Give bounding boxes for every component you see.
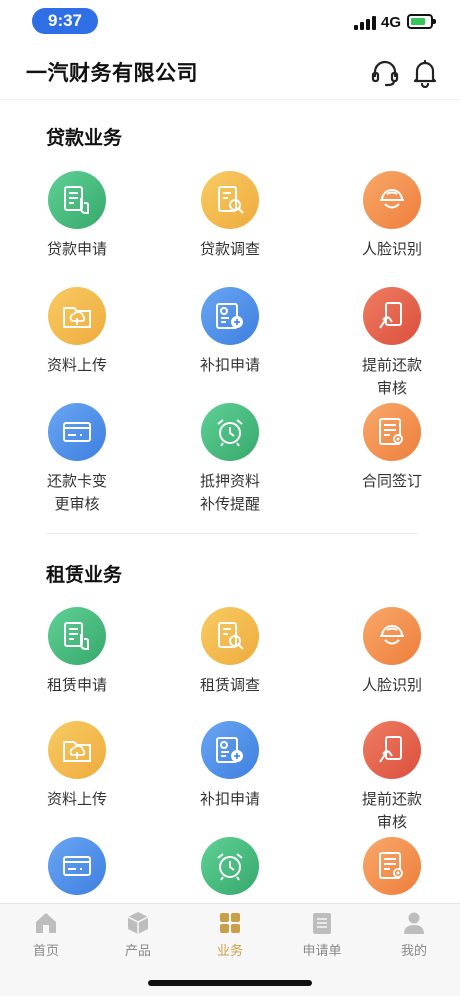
box-icon — [125, 910, 151, 936]
tab-label: 业务 — [216, 943, 243, 958]
grid-item[interactable]: 提前还款 审核 — [332, 287, 452, 400]
id-card-icon — [201, 721, 259, 779]
grid-item-label: 租赁调查 — [199, 677, 260, 694]
bank-card-icon — [48, 403, 106, 461]
contract-icon — [363, 837, 421, 895]
page-title: 一汽财务有限公司 — [26, 62, 198, 85]
app-header: 一汽财务有限公司 — [0, 44, 460, 100]
grid-item[interactable]: 贷款申请 — [17, 171, 137, 261]
grid-item[interactable]: 补扣申请 — [170, 287, 290, 377]
section-title-loan: 贷款业务 — [46, 128, 123, 149]
grid-item[interactable] — [332, 837, 452, 903]
grid-item-label: 还款卡变 更审核 — [46, 473, 107, 513]
hand-doc-icon — [48, 171, 106, 229]
list-icon — [309, 910, 335, 936]
section-title-lease: 租赁业务 — [46, 565, 123, 586]
hand-doc-icon — [48, 607, 106, 665]
face-icon — [363, 607, 421, 665]
grid-item-label: 抵押资料 补传提醒 — [199, 473, 260, 513]
grid-item[interactable]: 人脸识别 — [332, 171, 452, 261]
tab-item[interactable]: 我的 — [368, 910, 460, 959]
grid-item[interactable]: 资料上传 — [17, 721, 137, 811]
tab-label: 我的 — [400, 943, 427, 958]
tab-item[interactable]: 首页 — [0, 910, 92, 959]
grid-item[interactable]: 贷款调查 — [170, 171, 290, 261]
grid-item-label: 贷款调查 — [199, 241, 260, 258]
signal-icon — [354, 16, 376, 30]
grid-item[interactable]: 补扣申请 — [170, 721, 290, 811]
home-indicator — [148, 980, 312, 986]
battery-icon — [407, 14, 436, 29]
home-icon — [33, 910, 59, 936]
grid-icon — [217, 910, 243, 936]
grid-item[interactable]: 还款卡变 更审核 — [17, 403, 137, 516]
grid-item-label: 补扣申请 — [199, 357, 260, 374]
card-hand-icon — [363, 287, 421, 345]
grid-item[interactable]: 抵押资料 补传提醒 — [170, 403, 290, 516]
grid-item-label: 租赁申请 — [46, 677, 107, 694]
tab-label: 产品 — [124, 943, 151, 958]
grid-item[interactable]: 人脸识别 — [332, 607, 452, 697]
contract-icon — [363, 403, 421, 461]
grid-item-label: 合同签订 — [361, 473, 422, 490]
tab-item[interactable]: 业务 — [184, 910, 276, 959]
grid-item[interactable]: 提前还款 审核 — [332, 721, 452, 834]
tab-label: 首页 — [32, 943, 59, 958]
status-bar: 9:37 4G — [0, 0, 460, 44]
grid-item[interactable]: 租赁申请 — [17, 607, 137, 697]
grid-item-label: 提前还款 审核 — [361, 357, 422, 397]
section-divider — [46, 533, 418, 534]
grid-item-label: 人脸识别 — [361, 241, 422, 258]
network-type: 4G — [381, 14, 402, 31]
grid-item[interactable] — [170, 837, 290, 903]
folder-upload-icon — [48, 287, 106, 345]
grid-item-label: 人脸识别 — [361, 677, 422, 694]
tab-item[interactable]: 产品 — [92, 910, 184, 959]
id-card-icon — [201, 287, 259, 345]
alarm-clock-icon — [201, 837, 259, 895]
tab-label: 申请单 — [302, 943, 342, 958]
grid-item-label: 资料上传 — [46, 791, 107, 808]
grid-item-label: 补扣申请 — [199, 791, 260, 808]
grid-item-label: 提前还款 审核 — [361, 791, 422, 831]
status-time: 9:37 — [32, 8, 98, 34]
face-icon — [363, 171, 421, 229]
doc-search-icon — [201, 607, 259, 665]
grid-item[interactable] — [17, 837, 137, 903]
bank-card-icon — [48, 837, 106, 895]
alarm-clock-icon — [201, 403, 259, 461]
grid-item[interactable]: 合同签订 — [332, 403, 452, 493]
grid-item[interactable]: 资料上传 — [17, 287, 137, 377]
grid-item-label: 贷款申请 — [46, 241, 107, 258]
grid-item-label: 资料上传 — [46, 357, 107, 374]
card-hand-icon — [363, 721, 421, 779]
folder-upload-icon — [48, 721, 106, 779]
business-content[interactable]: 贷款业务 贷款申请 贷款调查 人脸识别 资料上传 补扣申请 提前还款 审核 还款卡变 更审核… — [0, 101, 460, 903]
tab-item[interactable]: 申请单 — [276, 910, 368, 959]
headset-icon[interactable] — [370, 58, 400, 88]
doc-search-icon — [201, 171, 259, 229]
bell-icon[interactable] — [410, 58, 440, 89]
user-icon — [401, 910, 427, 936]
grid-item[interactable]: 租赁调查 — [170, 607, 290, 697]
